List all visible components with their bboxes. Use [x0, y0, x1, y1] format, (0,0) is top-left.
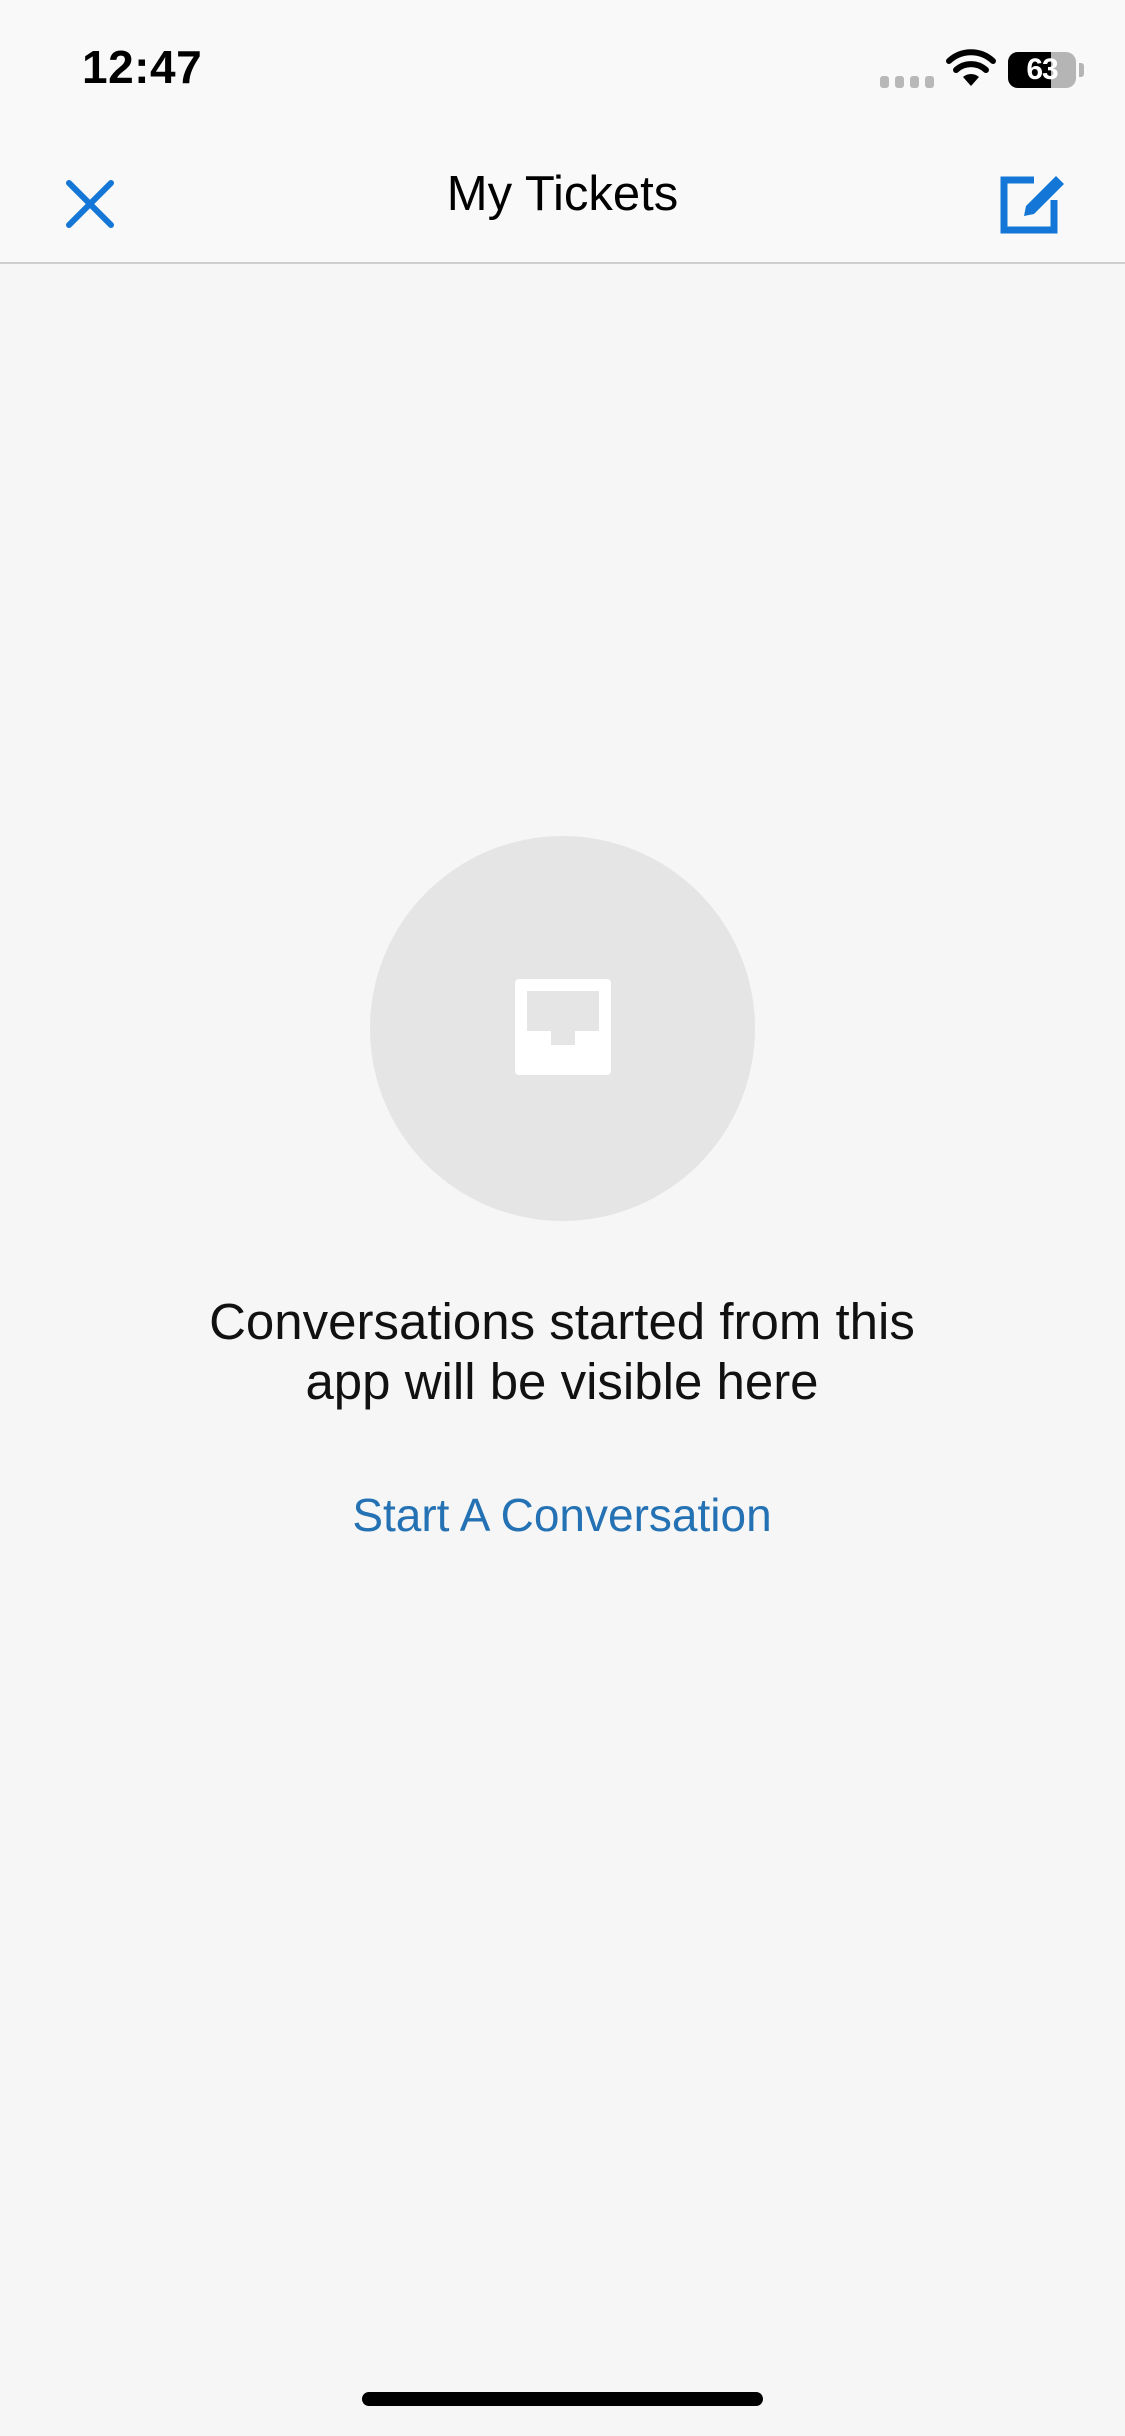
wifi-icon [946, 49, 996, 86]
compose-button[interactable] [990, 158, 1074, 242]
compose-icon [1000, 176, 1064, 234]
battery-icon: 63 [1008, 52, 1076, 88]
empty-state-message: Conversations started from this app will… [209, 1293, 915, 1410]
empty-state-illustration [370, 836, 755, 1221]
inbox-icon [515, 979, 611, 1075]
page-title: My Tickets [446, 167, 679, 221]
battery-level: 63 [1026, 53, 1058, 86]
home-indicator[interactable] [362, 2392, 763, 2406]
battery-nub [1079, 63, 1084, 77]
status-bar: 12:47 63 [0, 0, 1125, 132]
status-time: 12:47 [82, 41, 203, 93]
start-conversation-link[interactable]: Start A Conversation [262, 1488, 862, 1542]
nav-bar: My Tickets [0, 132, 1125, 264]
cellular-signal-icon [880, 74, 936, 88]
